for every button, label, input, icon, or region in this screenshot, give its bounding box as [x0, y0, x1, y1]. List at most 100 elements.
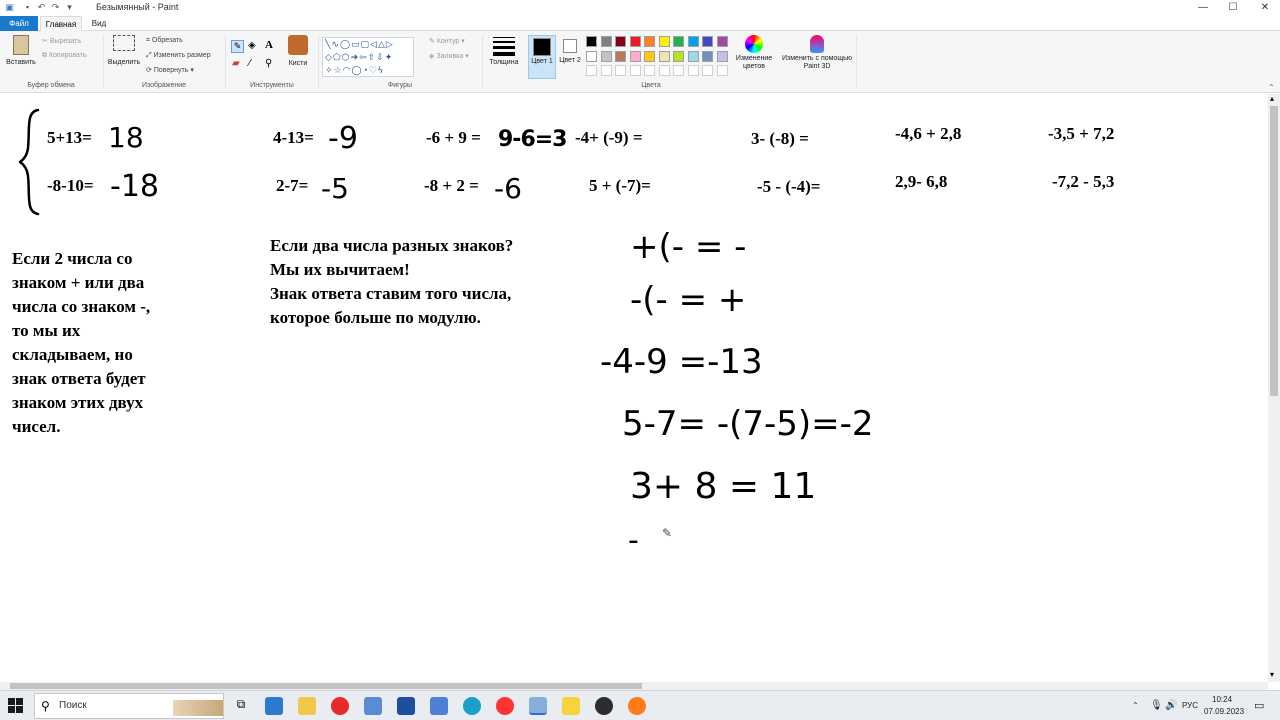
palette-swatch[interactable] [702, 36, 713, 47]
scroll-up-icon[interactable]: ▴ [1270, 94, 1274, 103]
file-explorer-icon[interactable] [298, 697, 316, 715]
palette-empty-swatch[interactable] [644, 65, 655, 76]
cut-button[interactable]: ✂ Вырезать [42, 37, 81, 45]
maximize-button[interactable]: ☐ [1218, 0, 1248, 16]
palette-swatch[interactable] [586, 50, 597, 62]
edge-icon[interactable] [463, 697, 481, 715]
edit-colors-button[interactable]: Изменение цветов [734, 35, 774, 71]
photos-icon[interactable] [430, 697, 448, 715]
calculator-icon[interactable] [364, 697, 382, 715]
paint3d-button[interactable]: Изменить с помощью Paint 3D [782, 35, 852, 71]
undo-icon[interactable]: ↶ [36, 2, 47, 13]
size-button[interactable]: Толщина [486, 35, 522, 66]
copy-button[interactable]: ⧉ Копировать [42, 52, 87, 60]
expr-r2-2: 2-7= [276, 176, 309, 195]
palette-swatch[interactable] [673, 50, 684, 62]
paste-button[interactable]: Вставить [4, 35, 38, 66]
palette-swatch[interactable] [644, 50, 655, 62]
palette-swatch[interactable] [644, 36, 655, 47]
color2-button[interactable]: Цвет 2 [558, 35, 582, 64]
volume-icon[interactable]: 🔊 [1165, 700, 1177, 711]
ribbon-collapse-icon[interactable]: ⌃ [1268, 83, 1275, 92]
windows-start-icon[interactable] [8, 698, 24, 714]
palette-swatch[interactable] [658, 50, 670, 62]
tray-overflow-icon[interactable]: ⌃ [1132, 701, 1139, 710]
redo-icon[interactable]: ↷ [50, 2, 61, 13]
copy-icon: ⧉ [42, 52, 47, 59]
palette-swatch[interactable] [615, 36, 626, 47]
crop-button[interactable]: ⌗ Обрезать [146, 37, 183, 45]
palette-swatch[interactable] [658, 36, 670, 47]
horizontal-scrollbar[interactable] [0, 682, 1268, 690]
tab-view[interactable]: Вид [84, 16, 114, 31]
palette-empty-swatch[interactable] [586, 65, 597, 76]
eraser-icon[interactable]: ▰ [232, 58, 240, 69]
scroll-down-icon[interactable]: ▾ [1270, 670, 1274, 679]
fill-bucket-icon[interactable]: ◈ [248, 40, 256, 51]
mail-icon[interactable] [265, 697, 283, 715]
sticky-notes-icon[interactable] [562, 697, 580, 715]
minimize-button[interactable]: — [1188, 0, 1218, 16]
text-tool-icon[interactable]: A [265, 39, 273, 51]
paint-taskbar-icon[interactable] [529, 697, 547, 715]
palette-swatch[interactable] [716, 36, 728, 47]
palette-empty-swatch[interactable] [629, 65, 641, 76]
magnifier-icon[interactable]: ⚲ [265, 58, 272, 69]
microphone-icon[interactable]: 🎙 [1150, 700, 1163, 711]
close-button[interactable]: ✕ [1250, 0, 1280, 16]
quick-access-dropdown-icon[interactable]: ▾ [64, 2, 75, 13]
palette-swatch[interactable] [673, 36, 684, 47]
expr-r2-3: -8 + 2 = [424, 176, 479, 195]
horizontal-scroll-thumb[interactable] [10, 683, 642, 689]
outline-button[interactable]: ✎ Контур ▾ [429, 37, 465, 45]
task-view-icon[interactable]: ⧉ [232, 697, 250, 715]
palette-empty-swatch[interactable] [687, 65, 699, 76]
yandex-icon[interactable] [331, 697, 349, 715]
vertical-scroll-thumb[interactable] [1270, 106, 1278, 396]
palette-swatch[interactable] [600, 36, 612, 47]
color1-button[interactable]: Цвет 1 [528, 35, 556, 79]
palette-swatch[interactable] [687, 36, 699, 47]
palette-swatch[interactable] [629, 50, 641, 62]
taskbar-search[interactable]: ⚲ Поиск [34, 693, 224, 719]
palette-empty-swatch[interactable] [673, 65, 684, 76]
rotate-button[interactable]: ⟳ Повернуть ▾ [146, 66, 194, 74]
palette-empty-swatch[interactable] [615, 65, 626, 76]
firefox-icon[interactable] [628, 697, 646, 715]
expr-r1-3: -6 + 9 = [426, 128, 481, 147]
palette-swatch[interactable] [716, 50, 728, 62]
fill-button[interactable]: ◈ Заливка ▾ [429, 52, 469, 60]
yandex-browser-icon[interactable] [496, 697, 514, 715]
fill-label: Заливка [436, 53, 464, 60]
word-icon[interactable] [397, 697, 415, 715]
palette-swatch[interactable] [702, 50, 713, 62]
vertical-scrollbar[interactable]: ▴ ▾ [1268, 94, 1280, 682]
brushes-button[interactable]: Кисти [284, 35, 312, 67]
palette-empty-swatch[interactable] [702, 65, 713, 76]
tab-home[interactable]: Главная [40, 16, 82, 31]
palette-swatch[interactable] [687, 50, 699, 62]
palette-swatch[interactable] [586, 36, 597, 47]
palette-empty-swatch[interactable] [600, 65, 612, 76]
palette-empty-swatch[interactable] [658, 65, 670, 76]
color-picker-icon[interactable]: ⁄ [249, 58, 251, 69]
app-icon[interactable] [595, 697, 613, 715]
palette-swatch[interactable] [615, 50, 626, 62]
colors-group-label: Цвета [641, 82, 661, 89]
notifications-icon[interactable]: ▭ [1254, 699, 1264, 712]
tab-file[interactable]: Файл [0, 16, 38, 31]
resize-button[interactable]: ⤢ Изменить размер [146, 52, 211, 60]
palette-empty-swatch[interactable] [716, 65, 728, 76]
pencil-icon[interactable]: ✎ [231, 40, 244, 53]
shapes-gallery[interactable]: ╲∿◯▭▢◁△▷ ◇⬠⬡➜⇦⇧⇩✦ ✧☆◠◯◔♡ϟ [322, 37, 414, 77]
outline-label: Контур [436, 38, 460, 45]
palette-swatch[interactable] [600, 50, 612, 62]
palette-swatch[interactable] [629, 36, 641, 47]
clock-date[interactable]: 07.09.2023 [1204, 707, 1244, 716]
save-icon[interactable]: ▪ [22, 2, 33, 13]
select-button[interactable]: Выделить [106, 35, 142, 66]
clock-time[interactable]: 10:24 [1212, 695, 1232, 704]
drawing-canvas[interactable]: 5+13= 4-13= -6 + 9 = -4+ (-9) = 3- (-8) … [0, 94, 1268, 682]
crop-label: Обрезать [151, 37, 183, 44]
language-indicator[interactable]: РУС [1182, 701, 1198, 710]
